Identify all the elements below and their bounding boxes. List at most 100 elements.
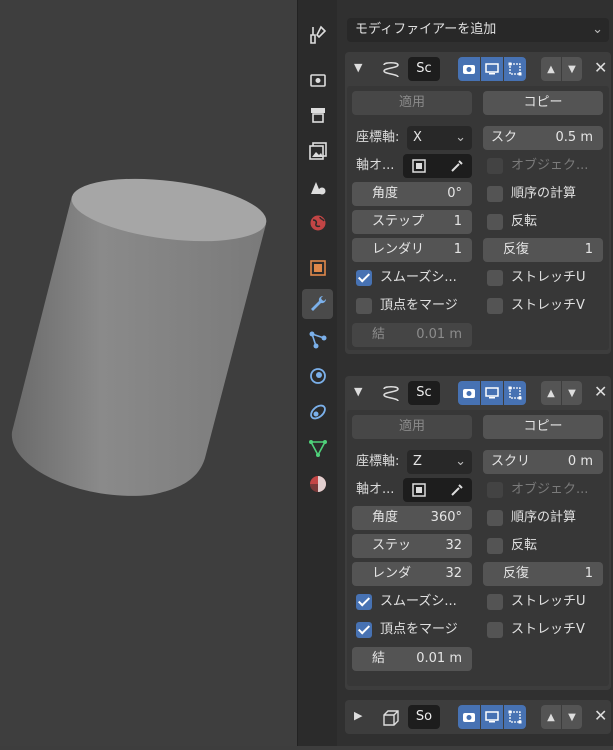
view-layer-tab[interactable] (302, 136, 333, 166)
axis-label: 座標軸: (356, 454, 400, 469)
steps-label: ステッ (372, 538, 412, 553)
render-tab[interactable] (302, 64, 333, 94)
edit-mode-toggle[interactable] (458, 381, 480, 405)
angle-field[interactable]: 角度 0° (352, 182, 472, 206)
object-screw-checkbox[interactable] (487, 158, 503, 174)
axis-value: X (413, 130, 422, 145)
angle-label: 角度 (372, 186, 399, 201)
collapse-triangle-icon[interactable]: ▼ (354, 385, 362, 398)
axis-select[interactable]: X ⌄ (407, 126, 472, 150)
properties-editor: モディファイアーを追加 ⌄ ▼ Sc ▲ ▼ ✕ 適用 コピー 座標軸: X ⌄… (337, 0, 613, 746)
camera-icon (463, 65, 475, 74)
render-steps-field[interactable]: レンダ 32 (352, 562, 472, 586)
eyedropper-icon[interactable] (449, 158, 465, 174)
calc-order-label: 順序の計算 (511, 510, 577, 525)
calc-order-checkbox[interactable] (487, 186, 503, 202)
modifier-tab[interactable] (302, 289, 333, 319)
smooth-shading-checkbox[interactable] (356, 270, 372, 286)
arrow-down-icon: ▼ (568, 711, 576, 723)
merge-distance-value: 0.01 m (416, 651, 462, 666)
iterations-field[interactable]: 反復 1 (483, 238, 603, 262)
move-down-button[interactable]: ▼ (562, 381, 582, 405)
tool-tab[interactable] (302, 20, 333, 50)
chevron-down-icon: ⌄ (455, 454, 466, 469)
angle-value: 360° (430, 510, 462, 525)
merge-vertices-checkbox[interactable] (356, 298, 372, 314)
object-screw-label: オブジェク... (511, 158, 589, 173)
particles-tab[interactable] (302, 325, 333, 355)
edit-mode-toggle[interactable] (458, 705, 480, 729)
axis-object-field[interactable] (403, 478, 472, 502)
move-up-button[interactable]: ▲ (541, 57, 561, 81)
flip-checkbox[interactable] (487, 538, 503, 554)
steps-field[interactable]: ステップ 1 (352, 210, 472, 234)
axis-select[interactable]: Z ⌄ (407, 450, 472, 474)
angle-label: 角度 (372, 510, 399, 525)
flip-label: 反転 (511, 214, 538, 229)
iterations-field[interactable]: 反復 1 (483, 562, 603, 586)
apply-button[interactable]: 適用 (352, 415, 472, 439)
render-steps-field[interactable]: レンダリ 1 (352, 238, 472, 262)
modifier-name-field[interactable]: So (408, 705, 440, 729)
stretch-u-checkbox[interactable] (487, 594, 503, 610)
calc-order-checkbox[interactable] (487, 510, 503, 526)
editmode-cage-toggle[interactable] (504, 705, 526, 729)
angle-field[interactable]: 角度 360° (352, 506, 472, 530)
output-tab[interactable] (302, 100, 333, 130)
arrow-up-icon: ▲ (547, 387, 555, 399)
merge-distance-field[interactable]: 結 0.01 m (352, 647, 472, 671)
iterations-label: 反復 (503, 566, 530, 581)
collapse-triangle-icon[interactable]: ▼ (354, 61, 362, 74)
stretch-u-checkbox[interactable] (487, 270, 503, 286)
smooth-shading-checkbox[interactable] (356, 594, 372, 610)
merge-vertices-label: 頂点をマージ (380, 622, 458, 637)
close-icon[interactable]: ✕ (594, 706, 607, 725)
render-steps-label: レンダ (372, 566, 412, 581)
world-tab[interactable] (302, 208, 333, 238)
data-tab[interactable] (302, 433, 333, 463)
3d-viewport[interactable] (0, 0, 297, 746)
move-down-button[interactable]: ▼ (562, 57, 582, 81)
expand-triangle-icon[interactable]: ▶ (354, 709, 362, 722)
merge-distance-field[interactable]: 結 0.01 m (352, 323, 472, 347)
viewport-toggle[interactable] (481, 381, 503, 405)
modifier-name-field[interactable]: Sc (408, 381, 440, 405)
merge-vertices-label: 頂点をマージ (380, 298, 458, 313)
close-icon[interactable]: ✕ (594, 382, 607, 401)
move-down-button[interactable]: ▼ (562, 705, 582, 729)
axis-object-field[interactable] (403, 154, 472, 178)
copy-button[interactable]: コピー (483, 91, 603, 115)
view-layer-icon (308, 142, 327, 160)
stretch-v-checkbox[interactable] (487, 298, 503, 314)
viewport-toggle[interactable] (481, 705, 503, 729)
screw-field[interactable]: スクリ 0 m (483, 450, 603, 474)
modifier-name-field[interactable]: Sc (408, 57, 440, 81)
apply-button[interactable]: 適用 (352, 91, 472, 115)
editmode-cage-toggle[interactable] (504, 381, 526, 405)
object-tab[interactable] (302, 253, 333, 283)
mesh-data-icon (308, 440, 327, 457)
close-icon[interactable]: ✕ (594, 58, 607, 77)
edit-mode-toggle[interactable] (458, 57, 480, 81)
render-steps-value: 32 (445, 566, 462, 581)
editmode-cage-toggle[interactable] (504, 57, 526, 81)
constraints-tab[interactable] (302, 397, 333, 427)
scene-tab[interactable] (302, 172, 333, 202)
merge-vertices-checkbox[interactable] (356, 622, 372, 638)
copy-button[interactable]: コピー (483, 415, 603, 439)
physics-tab[interactable] (302, 361, 333, 391)
material-tab[interactable] (302, 469, 333, 499)
stretch-v-label: ストレッチV (511, 298, 585, 313)
viewport-toggle[interactable] (481, 57, 503, 81)
stretch-v-checkbox[interactable] (487, 622, 503, 638)
flip-checkbox[interactable] (487, 214, 503, 230)
move-up-button[interactable]: ▲ (541, 381, 561, 405)
move-up-button[interactable]: ▲ (541, 705, 561, 729)
add-modifier-label: モディファイアーを追加 (355, 22, 497, 37)
modifier-header: ▼ Sc ▲ ▼ ✕ (345, 52, 611, 86)
add-modifier-dropdown[interactable]: モディファイアーを追加 ⌄ (347, 18, 609, 42)
object-screw-checkbox[interactable] (487, 482, 503, 498)
eyedropper-icon[interactable] (449, 482, 465, 498)
screw-field[interactable]: スク 0.5 m (483, 126, 603, 150)
steps-field[interactable]: ステッ 32 (352, 534, 472, 558)
